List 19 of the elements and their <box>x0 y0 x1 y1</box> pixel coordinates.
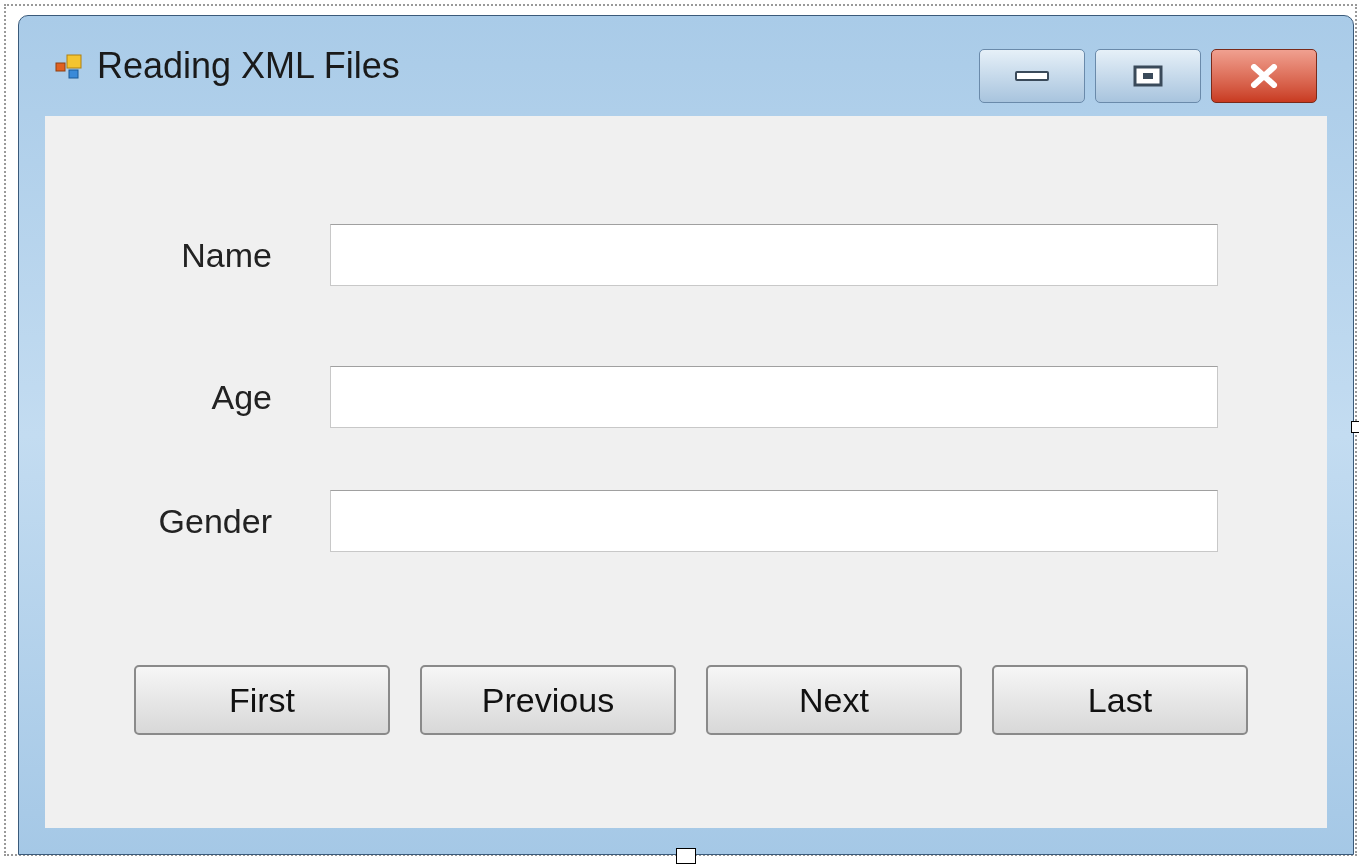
maximize-button[interactable] <box>1095 49 1201 103</box>
field-label: Age <box>210 376 272 418</box>
nav-button[interactable]: Last <box>992 665 1248 735</box>
text-field[interactable] <box>330 224 1218 286</box>
text-field[interactable] <box>330 490 1218 552</box>
text-field[interactable] <box>330 366 1218 428</box>
nav-button[interactable]: Next <box>706 665 962 735</box>
app-icon <box>55 51 85 81</box>
field-label: Name <box>180 234 272 276</box>
minimize-button[interactable] <box>979 49 1085 103</box>
nav-button[interactable]: Previous <box>420 665 676 735</box>
field-label: Gender <box>157 500 272 542</box>
close-icon <box>1249 64 1279 88</box>
window-title: Reading XML Files <box>97 44 400 88</box>
nav-button[interactable]: First <box>134 665 390 735</box>
minimize-icon <box>1015 70 1049 82</box>
close-button[interactable] <box>1211 49 1317 103</box>
maximize-icon <box>1133 65 1163 87</box>
resize-handle[interactable] <box>676 848 696 864</box>
